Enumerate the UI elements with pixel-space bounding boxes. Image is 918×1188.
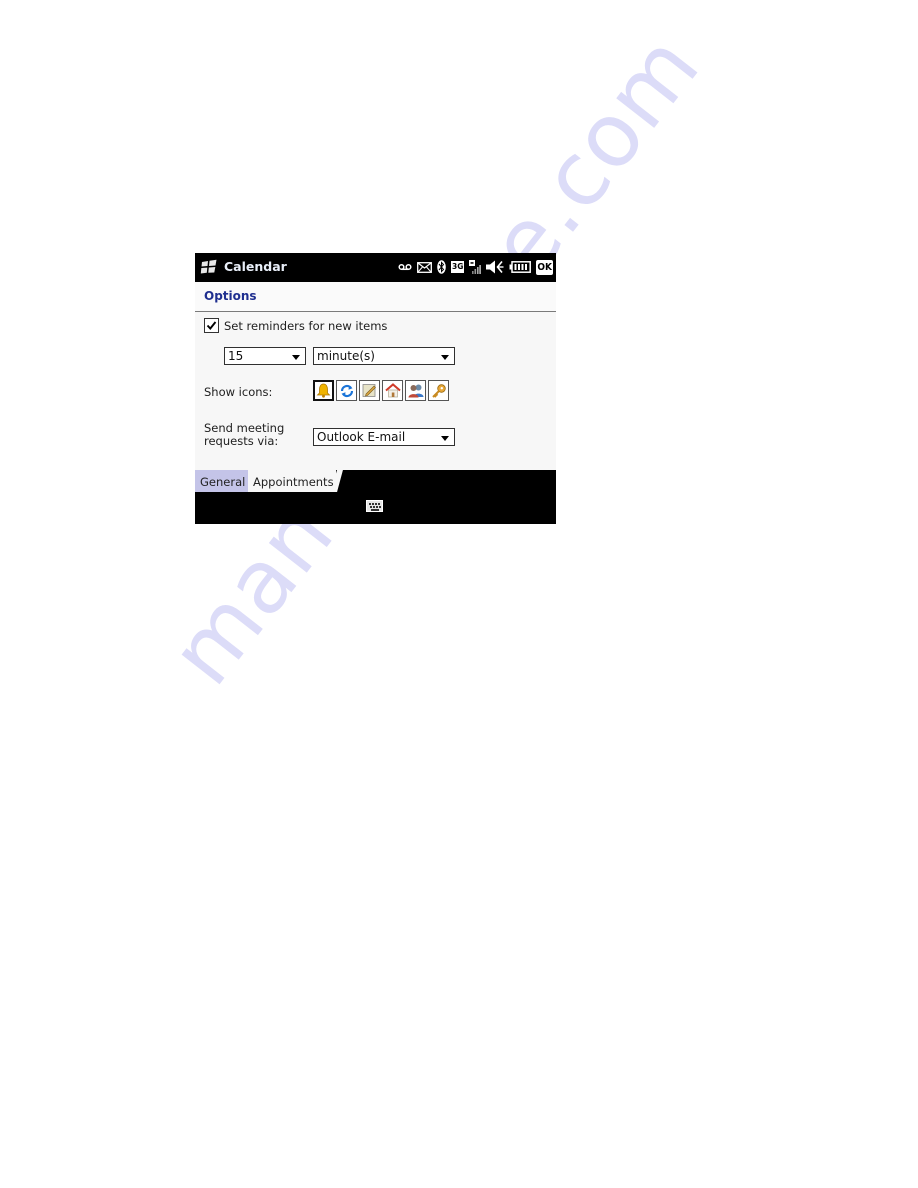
send-via-label: Send meeting requests via: (204, 422, 284, 448)
reminders-label: Set reminders for new items (224, 318, 388, 333)
status-icons: 3G OK (398, 258, 553, 276)
dropdown-arrow-icon (441, 355, 449, 360)
header-bar: Options (195, 282, 556, 312)
reminder-unit-select[interactable]: minute(s) (313, 347, 455, 365)
reminder-bell-icon[interactable] (313, 380, 334, 401)
recurring-icon[interactable] (336, 380, 357, 401)
private-key-icon[interactable] (428, 380, 449, 401)
tab-bar: General Appointments (195, 470, 556, 492)
windows-start-icon[interactable] (200, 259, 218, 275)
send-via-value: Outlook E-mail (317, 430, 406, 444)
send-via-label-line2: requests via: (204, 434, 279, 448)
battery-icon[interactable] (509, 261, 532, 273)
home-icon[interactable] (382, 380, 403, 401)
soft-key-bar (195, 492, 556, 524)
options-panel: Options Set reminders for new items 15 m… (195, 282, 556, 470)
dropdown-arrow-icon (292, 355, 300, 360)
reminder-unit-value: minute(s) (317, 349, 375, 363)
app-title: Calendar (224, 259, 287, 274)
keyboard-icon[interactable] (366, 500, 383, 512)
voicemail-icon[interactable] (398, 263, 412, 271)
meeting-attendees-icon[interactable] (405, 380, 426, 401)
title-bar: Calendar 3G OK (195, 253, 556, 282)
dropdown-arrow-icon (441, 436, 449, 441)
tab-appointments[interactable]: Appointments (248, 470, 336, 492)
reminders-checkbox[interactable] (204, 318, 219, 333)
reminder-amount-select[interactable]: 15 (224, 347, 306, 365)
send-via-select[interactable]: Outlook E-mail (313, 428, 455, 446)
ok-button[interactable]: OK (536, 259, 553, 275)
bluetooth-icon[interactable] (437, 260, 446, 274)
signal-icon[interactable] (469, 260, 482, 274)
3g-icon[interactable]: 3G (451, 261, 465, 273)
page-title: Options (204, 289, 257, 303)
reminders-row: Set reminders for new items (204, 318, 387, 333)
show-icons-picker (313, 380, 451, 401)
tab-appointments-label: Appointments (253, 475, 334, 489)
show-icons-label: Show icons: (204, 385, 273, 399)
checkmark-icon (206, 321, 217, 330)
device-screen: Calendar 3G OK Options Set reminders for… (195, 253, 556, 524)
volume-mute-icon[interactable] (486, 260, 504, 274)
message-icon[interactable] (417, 261, 432, 273)
tab-general-label: General (200, 475, 246, 489)
note-icon[interactable] (359, 380, 380, 401)
tab-general[interactable]: General (195, 470, 250, 492)
reminder-amount-value: 15 (228, 349, 244, 363)
